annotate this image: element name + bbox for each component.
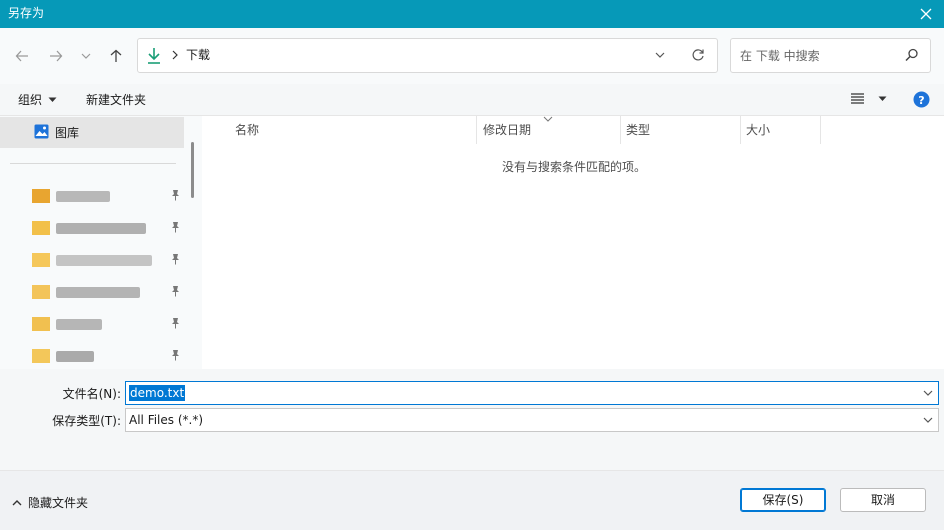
- back-button[interactable]: [10, 44, 34, 68]
- filetype-select[interactable]: All Files (*.*): [125, 408, 939, 432]
- column-header-type[interactable]: 类型: [621, 116, 741, 144]
- filetype-value: All Files (*.*): [129, 413, 204, 427]
- download-icon: [148, 48, 160, 64]
- navigation-bar: 下载 在 下载 中搜索: [0, 28, 944, 84]
- address-dropdown-icon[interactable]: [654, 49, 666, 61]
- chevron-down-icon[interactable]: [922, 414, 934, 426]
- nav-scrollbar[interactable]: [191, 142, 194, 198]
- dialog-footer: 隐藏文件夹 保存(S) 取消: [0, 470, 944, 530]
- recent-locations-button[interactable]: [74, 44, 98, 68]
- filename-label: 文件名(N):: [62, 387, 121, 401]
- quick-access-item[interactable]: [32, 251, 182, 269]
- column-header-label: 修改日期: [483, 123, 532, 137]
- blurred-label: [56, 287, 140, 298]
- column-header-modified[interactable]: 修改日期: [477, 116, 621, 144]
- search-input[interactable]: 在 下载 中搜索: [740, 48, 820, 64]
- blurred-label: [56, 223, 146, 234]
- column-header-name[interactable]: 名称: [202, 116, 477, 144]
- close-icon: [920, 8, 932, 20]
- column-header-label: 大小: [746, 123, 771, 137]
- address-bar[interactable]: 下载: [137, 38, 718, 73]
- pin-icon: [172, 350, 179, 361]
- blurred-label: [56, 351, 94, 362]
- new-folder-button[interactable]: 新建文件夹: [86, 92, 146, 108]
- help-icon: ?: [913, 91, 930, 108]
- cancel-button[interactable]: 取消: [840, 488, 926, 512]
- close-button[interactable]: [908, 0, 944, 28]
- help-button[interactable]: ?: [913, 91, 930, 108]
- organize-label: 组织: [18, 93, 43, 107]
- save-button[interactable]: 保存(S): [740, 488, 826, 512]
- forward-button[interactable]: [44, 44, 68, 68]
- folder-icon: [32, 349, 50, 363]
- pin-icon: [172, 222, 179, 233]
- blurred-label: [56, 191, 110, 202]
- folder-icon: [32, 253, 50, 267]
- chevron-right-icon: [172, 50, 178, 60]
- gallery-icon: [34, 124, 49, 139]
- folder-icon: [32, 221, 50, 235]
- refresh-icon[interactable]: [691, 48, 705, 62]
- quick-access-item[interactable]: [32, 219, 182, 237]
- column-header-size[interactable]: 大小: [741, 116, 821, 144]
- arrow-left-icon: [15, 50, 28, 62]
- hide-folders-button[interactable]: 隐藏文件夹: [12, 495, 88, 511]
- list-view-icon: [851, 93, 864, 104]
- search-icon: [905, 48, 918, 62]
- nav-item-label: 图库: [55, 126, 80, 140]
- organize-button[interactable]: 组织: [18, 92, 57, 108]
- filetype-label: 保存类型(T):: [52, 414, 121, 428]
- view-options-button[interactable]: [851, 93, 887, 104]
- navigation-pane: 图库: [0, 116, 202, 369]
- nav-item-gallery[interactable]: 图库: [0, 117, 184, 148]
- quick-access-item[interactable]: [32, 187, 182, 205]
- chevron-down-icon: [81, 53, 91, 59]
- blurred-label: [56, 255, 152, 266]
- blurred-label: [56, 319, 102, 330]
- caret-down-icon: [48, 97, 57, 102]
- empty-message: 没有与搜索条件匹配的项。: [502, 160, 647, 174]
- chevron-down-icon[interactable]: [922, 387, 934, 399]
- chevron-up-icon: [12, 500, 22, 506]
- command-bar: 组织 新建文件夹 ?: [0, 84, 944, 116]
- caret-down-icon: [878, 96, 887, 101]
- save-form: 文件名(N): demo.txt 保存类型(T): All Files (*.*…: [0, 369, 944, 530]
- pin-icon: [172, 190, 179, 201]
- sort-chevron-icon: [543, 116, 553, 122]
- filename-field[interactable]: demo.txt: [125, 381, 939, 405]
- filename-input[interactable]: demo.txt: [129, 385, 186, 401]
- svg-text:?: ?: [918, 94, 924, 107]
- pin-icon: [172, 286, 179, 297]
- main-area: 图库 名称 修改日期 类型 大小 没有与搜索条件匹配的项。: [0, 116, 944, 369]
- column-header-label: 类型: [626, 123, 651, 137]
- title-bar: 另存为: [0, 0, 944, 28]
- search-box[interactable]: 在 下载 中搜索: [730, 38, 931, 73]
- window-title: 另存为: [8, 6, 45, 20]
- folder-icon: [32, 285, 50, 299]
- arrow-right-icon: [50, 50, 63, 62]
- nav-divider: [10, 163, 176, 164]
- new-folder-label: 新建文件夹: [86, 93, 147, 107]
- quick-access-item[interactable]: [32, 283, 182, 301]
- pin-icon: [172, 318, 179, 329]
- file-list: 名称 修改日期 类型 大小 没有与搜索条件匹配的项。: [202, 116, 944, 369]
- arrow-up-icon: [110, 49, 122, 62]
- hide-folders-label: 隐藏文件夹: [28, 496, 89, 510]
- folder-icon: [32, 189, 50, 203]
- pin-icon: [172, 254, 179, 265]
- quick-access-item[interactable]: [32, 347, 182, 365]
- folder-icon: [32, 317, 50, 331]
- address-path[interactable]: 下载: [186, 47, 210, 63]
- column-header-label: 名称: [235, 123, 260, 137]
- quick-access-item[interactable]: [32, 315, 182, 333]
- up-button[interactable]: [104, 44, 128, 68]
